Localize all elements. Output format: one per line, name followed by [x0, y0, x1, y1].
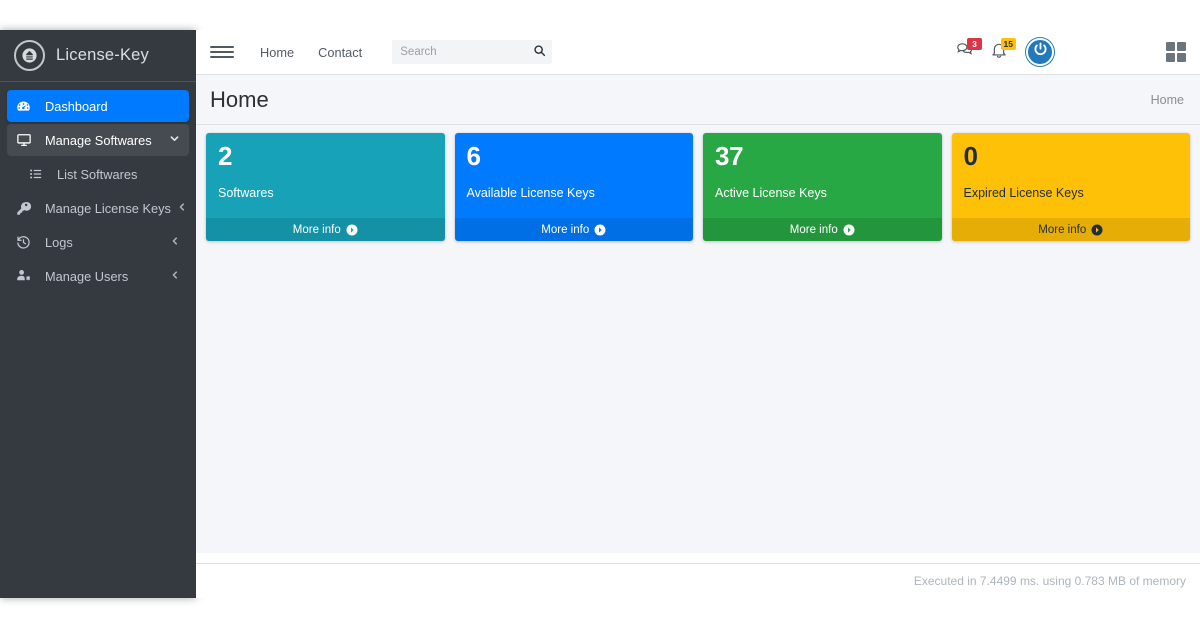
more-info-label: More info [541, 224, 589, 236]
license-badge-icon [14, 40, 45, 71]
content-body: 2 Softwares More info 6 Available Licens… [196, 125, 1200, 553]
stat-card-value: 0 [964, 143, 1179, 170]
top-navbar: Home Contact [196, 30, 1200, 75]
navbar-right-group: 3 15 [948, 35, 1186, 69]
sidebar-item-label: Manage Softwares [45, 133, 163, 148]
power-button[interactable] [1026, 38, 1054, 66]
arrow-circle-right-icon [346, 224, 358, 236]
sidebar-item-label: Manage License Keys [45, 201, 171, 216]
more-info-label: More info [1038, 224, 1086, 236]
tachometer-icon [16, 99, 38, 114]
history-icon [16, 235, 38, 250]
messages-button[interactable]: 3 [948, 35, 982, 69]
grid-cell [1166, 53, 1175, 62]
stat-card-body: 6 Available License Keys [455, 133, 694, 229]
sidebar-item-label: Dashboard [45, 99, 180, 114]
sidebar-item-manage-users[interactable]: Manage Users [7, 260, 189, 292]
stat-card-available-license-keys: 6 Available License Keys More info [455, 133, 694, 241]
notifications-badge: 15 [1001, 38, 1016, 50]
stat-card-more-info-link[interactable]: More info [455, 218, 694, 241]
sidebar-brand-title: License-Key [56, 46, 149, 65]
stat-card-value: 6 [467, 143, 682, 170]
sidebar-item-dashboard[interactable]: Dashboard [7, 90, 189, 122]
content-header: Home Home [196, 75, 1200, 125]
messages-badge: 3 [967, 38, 982, 50]
chevron-down-icon [169, 133, 180, 147]
stat-card-body: 37 Active License Keys [703, 133, 942, 229]
sidebar-item-manage-license-keys[interactable]: Manage License Keys [7, 192, 189, 224]
sidebar-nav: Dashboard Manage Softwares [0, 82, 196, 292]
grid-cell [1177, 42, 1186, 51]
stat-card-expired-license-keys: 0 Expired License Keys More info [952, 133, 1191, 241]
chevron-left-icon [170, 236, 180, 249]
sidebar-subitem-label: List Softwares [57, 167, 180, 182]
users-cog-icon [16, 268, 38, 284]
arrow-circle-right-icon [1091, 224, 1103, 236]
sidebar-item-logs[interactable]: Logs [7, 226, 189, 258]
navbar-link-home[interactable]: Home [248, 45, 306, 60]
stat-card-value: 37 [715, 143, 930, 170]
th-large-icon[interactable] [1166, 42, 1186, 62]
chevron-left-icon [170, 270, 180, 283]
app-root: License-Key Dashboard [0, 0, 1200, 634]
sidebar-subitem-list-softwares[interactable]: List Softwares [7, 158, 189, 190]
sidebar: License-Key Dashboard [0, 30, 196, 598]
stat-card-label: Active License Keys [715, 186, 930, 200]
stat-card-active-license-keys: 37 Active License Keys More info [703, 133, 942, 241]
arrow-circle-right-icon [594, 224, 606, 236]
execution-stats-text: Executed in 7.4499 ms. using 0.783 MB of… [914, 574, 1186, 588]
more-info-label: More info [293, 224, 341, 236]
stat-card-more-info-link[interactable]: More info [703, 218, 942, 241]
stat-card-more-info-link[interactable]: More info [206, 218, 445, 241]
stat-card-body: 2 Softwares [206, 133, 445, 229]
stat-card-label: Expired License Keys [964, 186, 1179, 200]
navbar-link-contact[interactable]: Contact [306, 45, 374, 60]
sidebar-item-label: Logs [45, 235, 164, 250]
search-icon [533, 44, 546, 60]
grid-cell [1166, 42, 1175, 51]
key-icon [16, 201, 38, 216]
page-title: Home [210, 87, 269, 113]
sidebar-item-label: Manage Users [45, 269, 164, 284]
breadcrumb[interactable]: Home [1151, 93, 1184, 107]
stat-card-more-info-link[interactable]: More info [952, 218, 1191, 241]
more-info-label: More info [790, 224, 838, 236]
stat-card-softwares: 2 Softwares More info [206, 133, 445, 241]
stat-card-label: Available License Keys [467, 186, 682, 200]
desktop-icon [16, 132, 38, 148]
stat-card-body: 0 Expired License Keys [952, 133, 1191, 229]
page-footer: Executed in 7.4499 ms. using 0.783 MB of… [196, 563, 1200, 598]
stat-card-value: 2 [218, 143, 433, 170]
search-submit-button[interactable] [526, 40, 552, 64]
sidebar-brand[interactable]: License-Key [0, 30, 196, 82]
power-icon [1032, 41, 1049, 63]
hamburger-icon[interactable] [210, 40, 234, 64]
sidebar-item-manage-softwares[interactable]: Manage Softwares [7, 124, 189, 156]
arrow-circle-right-icon [843, 224, 855, 236]
grid-cell [1177, 53, 1186, 62]
list-ul-icon [29, 167, 49, 181]
stat-card-label: Softwares [218, 186, 433, 200]
search-box [392, 40, 552, 64]
stat-cards-row: 2 Softwares More info 6 Available Licens… [206, 133, 1190, 241]
main-wrapper: Home Contact [196, 30, 1200, 598]
chevron-left-icon [177, 202, 187, 215]
notifications-button[interactable]: 15 [982, 35, 1016, 69]
